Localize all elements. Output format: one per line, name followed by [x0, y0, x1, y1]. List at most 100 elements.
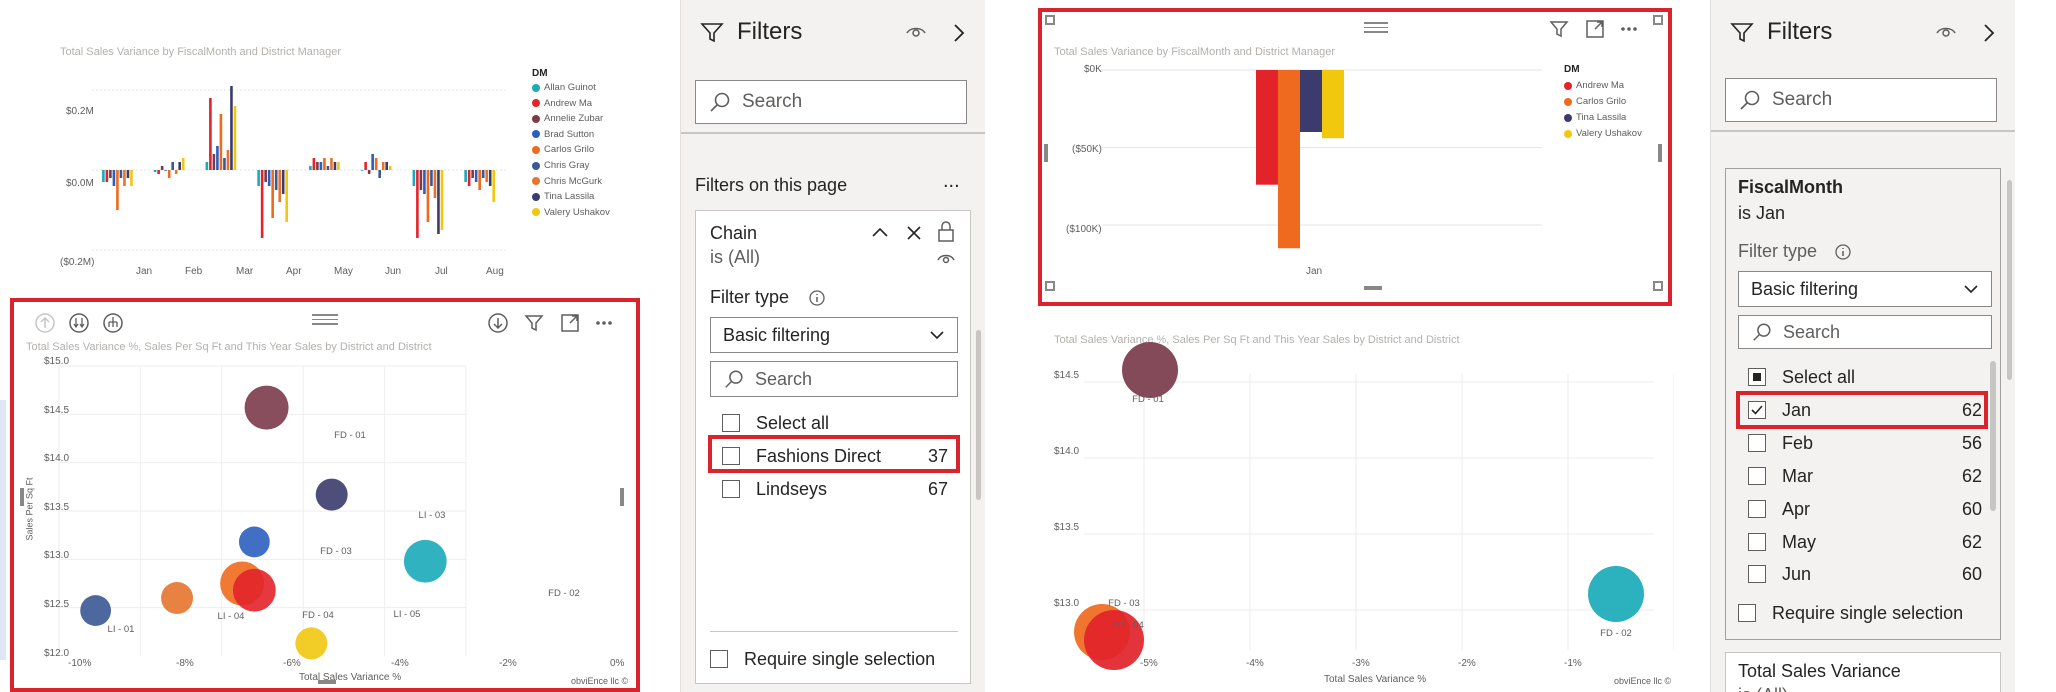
resize-handle-left[interactable]: [1044, 144, 1048, 162]
filter-card-total-sales-variance[interactable]: Total Sales Variance is (All): [1725, 652, 2001, 692]
bar[interactable]: [274, 170, 278, 190]
bar[interactable]: [337, 162, 340, 170]
bar[interactable]: [430, 170, 433, 186]
resize-corner[interactable]: [1653, 15, 1663, 25]
eye-icon[interactable]: [1935, 24, 1957, 42]
bar[interactable]: [364, 162, 367, 170]
bar[interactable]: [285, 170, 289, 222]
bar[interactable]: [257, 170, 260, 186]
checkbox[interactable]: [1748, 565, 1766, 583]
scatter-visual[interactable]: Total Sales Variance %, Sales Per Sq Ft …: [16, 304, 634, 690]
value-search-input[interactable]: Search: [710, 361, 958, 397]
info-icon[interactable]: [1834, 243, 1852, 261]
bubble[interactable]: [161, 582, 194, 614]
bar[interactable]: [433, 170, 437, 198]
bar[interactable]: [323, 158, 326, 170]
lock-icon[interactable]: [936, 219, 956, 243]
bar[interactable]: [326, 166, 330, 170]
search-input[interactable]: Search: [695, 80, 967, 124]
bar[interactable]: [267, 170, 271, 186]
scatter-visual[interactable]: Total Sales Variance %, Sales Per Sq Ft …: [1054, 332, 1674, 692]
bar[interactable]: [271, 170, 274, 218]
bubble[interactable]: [1122, 342, 1178, 398]
bar[interactable]: [109, 170, 112, 178]
bar[interactable]: [485, 170, 488, 182]
bar-chart-visual[interactable]: Total Sales Variance by FiscalMonth and …: [1042, 12, 1668, 302]
bar[interactable]: [437, 170, 440, 234]
bar[interactable]: [367, 170, 371, 174]
legend-item[interactable]: Valery Ushakov: [532, 207, 610, 218]
bar[interactable]: [385, 162, 388, 170]
bar[interactable]: [130, 170, 133, 186]
legend-item[interactable]: Andrew Ma: [1564, 80, 1624, 91]
bar[interactable]: [360, 170, 364, 171]
checkbox-jun[interactable]: Jun 60: [1748, 563, 1982, 585]
bar[interactable]: [478, 170, 481, 190]
bar[interactable]: [488, 170, 492, 186]
checkbox[interactable]: [1738, 604, 1756, 622]
bar[interactable]: [181, 158, 185, 170]
bar[interactable]: [264, 170, 267, 182]
require-single-selection[interactable]: Require single selection: [710, 647, 958, 671]
resize-handle-bottom[interactable]: [318, 680, 336, 684]
checkbox[interactable]: [722, 480, 740, 498]
bar[interactable]: [419, 170, 423, 190]
bar[interactable]: [233, 106, 237, 170]
legend-item[interactable]: Carlos Grilo: [1564, 96, 1626, 107]
bar[interactable]: [374, 158, 378, 170]
checkbox-jan[interactable]: Jan 62: [1748, 398, 1982, 422]
bar[interactable]: [464, 170, 467, 182]
checkbox[interactable]: [1748, 434, 1766, 452]
info-icon[interactable]: [808, 289, 826, 307]
bubble[interactable]: [238, 526, 270, 558]
bubble[interactable]: [315, 478, 348, 511]
legend-item[interactable]: Chris Gray: [532, 160, 589, 171]
bar[interactable]: [153, 170, 157, 172]
bar[interactable]: [412, 170, 416, 186]
resize-handle-right[interactable]: [1658, 144, 1662, 162]
checkbox-select-all[interactable]: Select all: [722, 411, 948, 435]
bar[interactable]: [174, 170, 178, 174]
bar[interactable]: [467, 170, 471, 186]
bubble[interactable]: [1084, 610, 1144, 670]
legend-item[interactable]: Brad Sutton: [532, 129, 594, 140]
eye-icon[interactable]: [905, 24, 927, 42]
resize-corner[interactable]: [1045, 281, 1055, 291]
checkbox-fashions-direct[interactable]: Fashions Direct 37: [722, 444, 948, 468]
bar[interactable]: [371, 154, 374, 170]
legend-item[interactable]: Tina Lassila: [1564, 112, 1626, 123]
bar[interactable]: [105, 170, 109, 182]
bar[interactable]: [126, 170, 130, 178]
legend-item[interactable]: Chris McGurk: [532, 176, 602, 187]
close-icon[interactable]: [904, 223, 924, 243]
bar[interactable]: [230, 86, 233, 170]
resize-handle-right[interactable]: [620, 488, 624, 506]
checkbox-mar[interactable]: Mar 62: [1748, 464, 1982, 488]
bar-chart-visual[interactable]: Total Sales Variance by FiscalMonth and …: [40, 40, 620, 280]
checkbox[interactable]: [722, 414, 740, 432]
pane-scrollbar[interactable]: [2007, 180, 2012, 380]
checkbox-apr[interactable]: Apr 60: [1748, 497, 1982, 521]
bar[interactable]: [378, 170, 381, 178]
bar[interactable]: [1300, 70, 1322, 132]
collapse-pane-icon[interactable]: [1981, 22, 1997, 44]
bar[interactable]: [440, 170, 444, 230]
bar[interactable]: [309, 166, 312, 170]
bubble[interactable]: [232, 568, 276, 612]
bar[interactable]: [474, 170, 478, 182]
collapse-pane-icon[interactable]: [951, 22, 967, 44]
resize-corner[interactable]: [1653, 281, 1663, 291]
bar[interactable]: [157, 170, 160, 174]
chevron-up-icon[interactable]: [870, 223, 890, 243]
pane-scrollbar[interactable]: [976, 330, 981, 500]
bar[interactable]: [216, 146, 219, 170]
bar[interactable]: [471, 170, 474, 178]
bubble[interactable]: [295, 627, 328, 660]
checkbox[interactable]: [1748, 467, 1766, 485]
checkbox[interactable]: [1748, 368, 1766, 386]
bar[interactable]: [226, 150, 230, 170]
resize-handle-left[interactable]: [20, 488, 24, 506]
checkbox[interactable]: [1748, 500, 1766, 518]
bar[interactable]: [223, 158, 226, 170]
bar[interactable]: [330, 158, 333, 170]
